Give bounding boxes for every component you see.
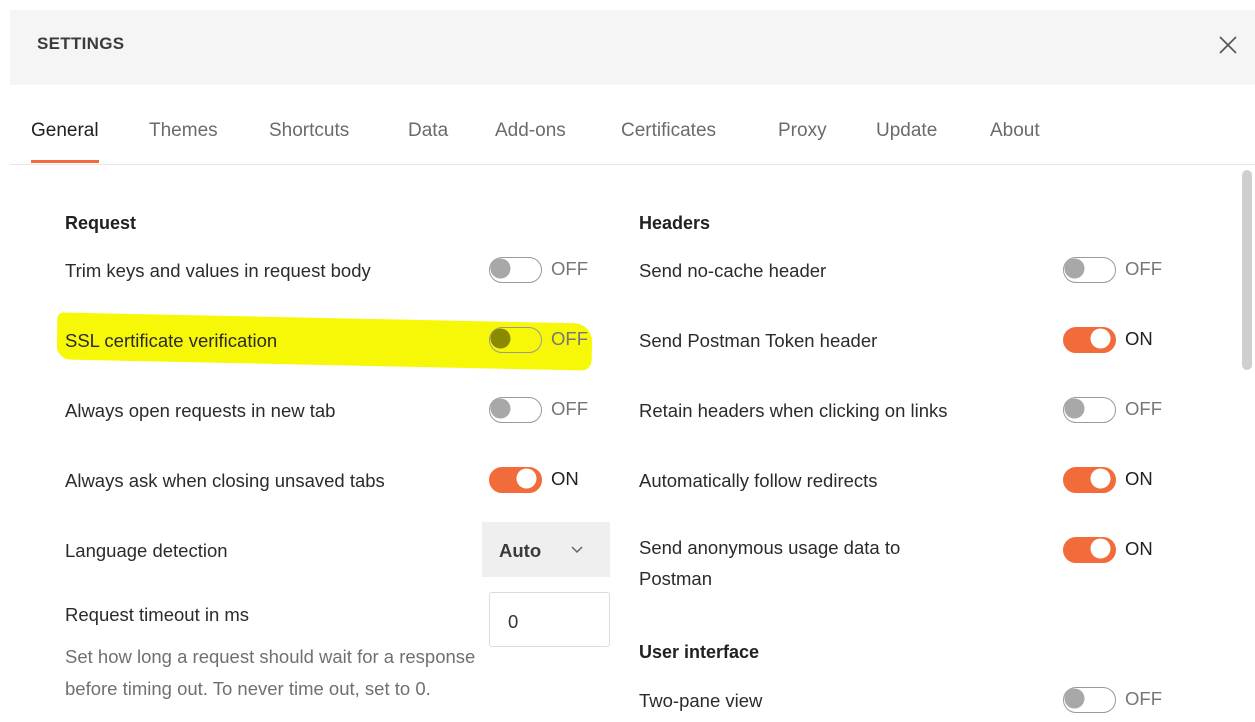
label-ask-closing: Always ask when closing unsaved tabs xyxy=(65,470,385,491)
timeout-value: 0 xyxy=(508,611,519,632)
tab-about[interactable]: About xyxy=(990,120,1040,142)
timeout-description: Set how long a request should wait for a… xyxy=(65,646,476,699)
language-select[interactable]: Auto xyxy=(482,522,610,577)
tab-general[interactable]: General xyxy=(31,120,99,163)
label-no-cache: Send no-cache header xyxy=(639,260,827,281)
toggle-state: OFF xyxy=(551,258,588,279)
toggle-state: ON xyxy=(551,468,579,489)
toggle-state: ON xyxy=(1125,468,1153,489)
label-ssl-verification: SSL certificate verification xyxy=(65,330,278,351)
label-anonymous-usage: Send anonymous usage data to xyxy=(639,537,901,558)
toggle-state: OFF xyxy=(1125,398,1162,419)
label-postman-token: Send Postman Token header xyxy=(639,330,878,351)
scrollbar-thumb[interactable] xyxy=(1242,170,1252,370)
toggle-state: OFF xyxy=(551,398,588,419)
chevron-down-icon xyxy=(571,546,583,554)
label-open-new-tab: Always open requests in new tab xyxy=(65,400,336,421)
tab-data[interactable]: Data xyxy=(408,120,448,142)
close-icon[interactable] xyxy=(1213,30,1243,60)
tab-themes[interactable]: Themes xyxy=(149,120,218,142)
tab-add-ons[interactable]: Add-ons xyxy=(495,120,566,142)
label-retain-headers: Retain headers when clicking on links xyxy=(639,400,948,421)
tab-certificates[interactable]: Certificates xyxy=(621,120,716,142)
label-language-detection: Language detection xyxy=(65,540,228,561)
label-anonymous-usage-cont: Postman xyxy=(639,568,713,589)
label-follow-redirects: Automatically follow redirects xyxy=(639,470,878,491)
tab-shortcuts[interactable]: Shortcuts xyxy=(269,120,349,142)
tab-update[interactable]: Update xyxy=(876,120,937,142)
label-two-pane-view: Two-pane view xyxy=(639,690,763,711)
language-value: Auto xyxy=(499,540,542,561)
toggle-state: ON xyxy=(1125,538,1153,559)
label-request-timeout: Request timeout in ms xyxy=(65,604,250,625)
section-title-user-interface: User interface xyxy=(639,642,760,662)
toggle-state: OFF xyxy=(1125,258,1162,279)
section-title-headers: Headers xyxy=(639,213,711,233)
timeout-input[interactable]: 0 xyxy=(489,592,610,647)
settings-tabs: General Themes Shortcuts Data Add-ons Ce… xyxy=(10,110,1255,165)
settings-title: SETTINGS xyxy=(37,34,125,53)
settings-header: SETTINGS xyxy=(10,10,1255,85)
tab-proxy[interactable]: Proxy xyxy=(778,120,827,142)
toggle-state: OFF xyxy=(1125,688,1162,709)
toggle-state: OFF xyxy=(551,328,588,349)
label-trim-keys: Trim keys and values in request body xyxy=(65,260,371,281)
section-title-request: Request xyxy=(65,213,137,233)
toggle-state: ON xyxy=(1125,328,1153,349)
